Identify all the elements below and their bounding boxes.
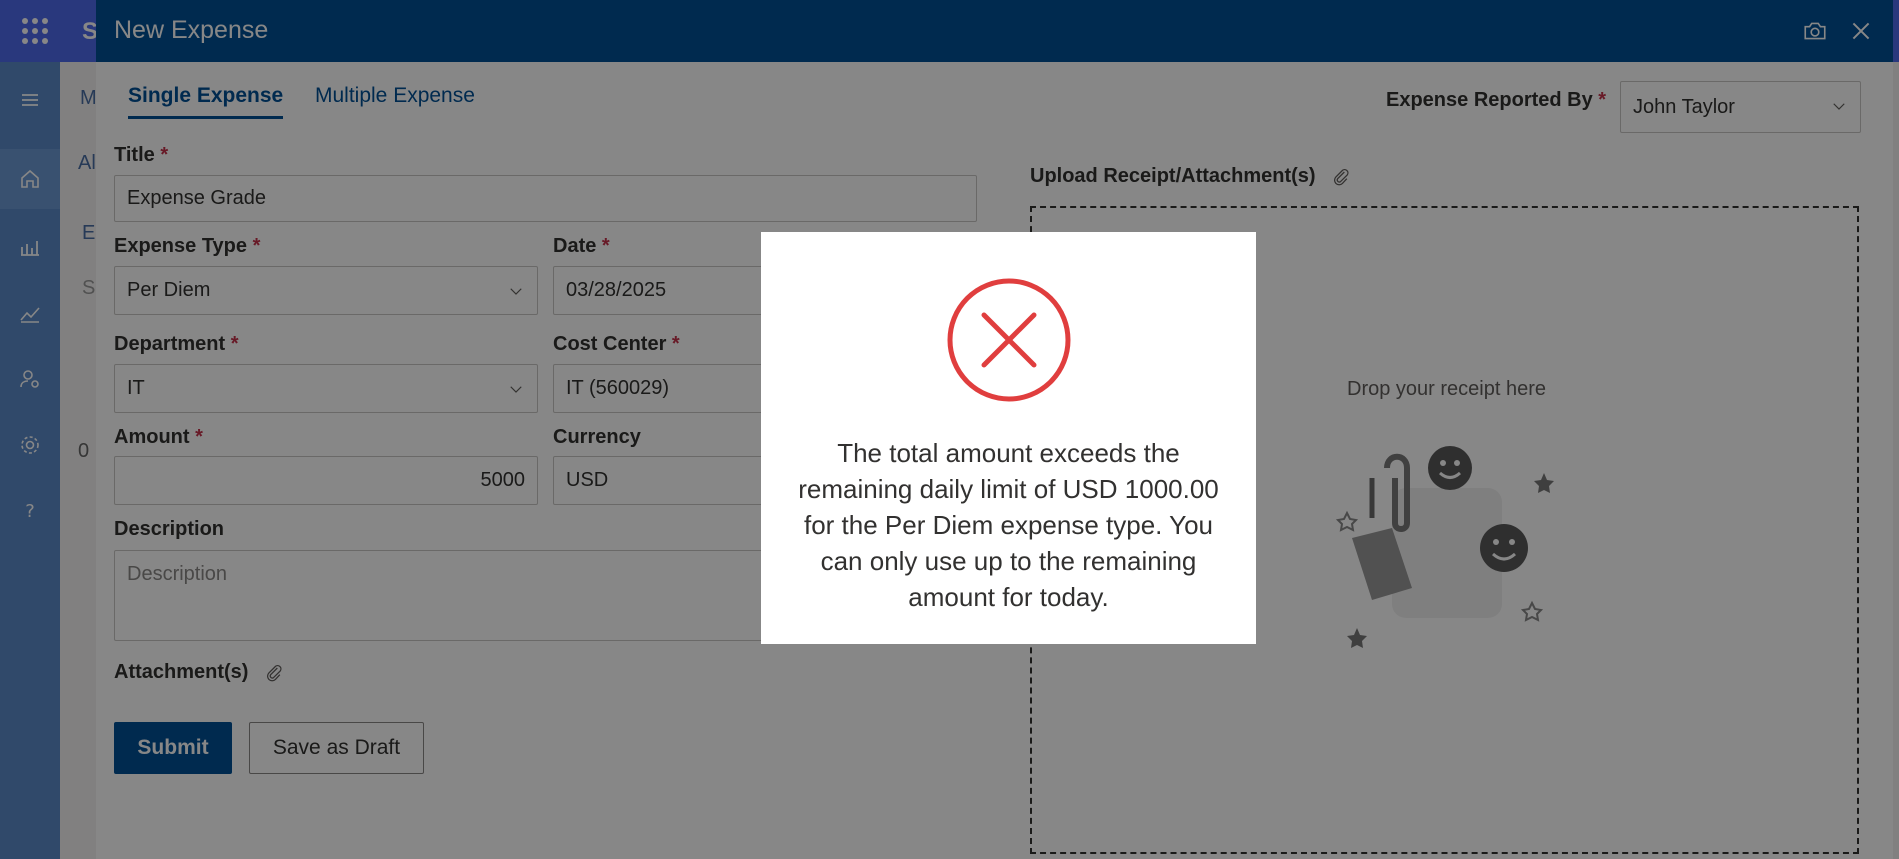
- error-dialog: The total amount exceeds the remaining d…: [761, 232, 1256, 644]
- error-message: The total amount exceeds the remaining d…: [798, 438, 1219, 612]
- error-x-circle-icon: [947, 278, 1071, 402]
